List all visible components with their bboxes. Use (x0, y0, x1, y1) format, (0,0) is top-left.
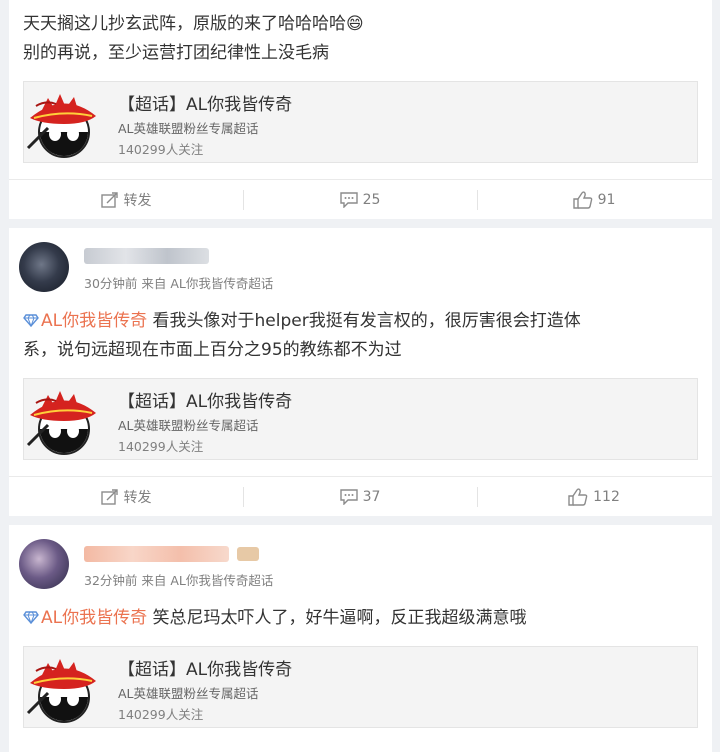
post-text: AL你我皆传奇 看我头像对于helper我挺有发言权的，很厉害很会打造体 系，说… (23, 311, 581, 360)
topic-card[interactable]: 【超话】AL你我皆传奇 AL英雄联盟粉丝专属超话 140299人关注 (23, 81, 698, 163)
topic-title: 【超话】AL你我皆传奇 (118, 660, 293, 680)
repost-icon (101, 192, 119, 208)
post-card: 30分钟前 来自 AL你我皆传奇超话 AL你我皆传奇 看我头像对于helper我… (9, 228, 712, 516)
post-card: 天天搁这儿抄玄武阵，原版的来了哈哈哈哈😄 别的再说，至少运营打团纪律性上没毛病 … (9, 0, 712, 219)
comment-button[interactable]: 25 (243, 180, 477, 220)
repost-button[interactable]: 转发 (9, 180, 243, 220)
topic-fans: 140299人关注 (118, 707, 204, 722)
username-blurred[interactable] (84, 546, 229, 562)
topic-logo-icon (26, 653, 98, 723)
topic-logo-icon (26, 385, 98, 455)
badge-blurred (237, 547, 259, 561)
diamond-icon (23, 314, 39, 327)
topic-title: 【超话】AL你我皆传奇 (118, 392, 293, 412)
like-button[interactable]: 91 (477, 180, 711, 220)
diamond-icon (23, 611, 39, 624)
avatar[interactable] (19, 242, 69, 292)
repost-icon (101, 489, 119, 505)
topic-subtitle: AL英雄联盟粉丝专属超话 (118, 121, 259, 136)
post-text: AL你我皆传奇 笑总尼玛太吓人了，好牛逼啊，反正我超级满意哦 (23, 604, 703, 633)
topic-subtitle: AL英雄联盟粉丝专属超话 (118, 686, 259, 701)
comment-icon (340, 192, 358, 208)
post-card: 32分钟前 来自 AL你我皆传奇超话 AL你我皆传奇 笑总尼玛太吓人了，好牛逼啊… (9, 525, 712, 752)
like-button[interactable]: 112 (477, 477, 711, 517)
topic-card[interactable]: 【超话】AL你我皆传奇 AL英雄联盟粉丝专属超话 140299人关注 (23, 646, 698, 728)
topic-subtitle: AL英雄联盟粉丝专属超话 (118, 418, 259, 433)
post-actions: 转发 25 91 (9, 179, 712, 219)
post-actions: 转发 37 112 (9, 476, 712, 516)
topic-logo-icon (26, 88, 98, 158)
topic-tag-link[interactable]: AL你我皆传奇 (23, 608, 147, 628)
like-icon (568, 488, 588, 506)
username-blurred[interactable] (84, 248, 209, 264)
post-meta: 30分钟前 来自 AL你我皆传奇超话 (84, 276, 274, 291)
topic-card[interactable]: 【超话】AL你我皆传奇 AL英雄联盟粉丝专属超话 140299人关注 (23, 378, 698, 460)
topic-title: 【超话】AL你我皆传奇 (118, 95, 293, 115)
like-icon (573, 191, 593, 209)
post-text: 天天搁这儿抄玄武阵，原版的来了哈哈哈哈😄 别的再说，至少运营打团纪律性上没毛病 (23, 14, 364, 63)
avatar[interactable] (19, 539, 69, 589)
topic-fans: 140299人关注 (118, 439, 204, 454)
comment-button[interactable]: 37 (243, 477, 477, 517)
repost-button[interactable]: 转发 (9, 477, 243, 517)
post-meta: 32分钟前 来自 AL你我皆传奇超话 (84, 573, 274, 588)
topic-fans: 140299人关注 (118, 142, 204, 157)
topic-tag-link[interactable]: AL你我皆传奇 (23, 311, 147, 331)
comment-icon (340, 489, 358, 505)
